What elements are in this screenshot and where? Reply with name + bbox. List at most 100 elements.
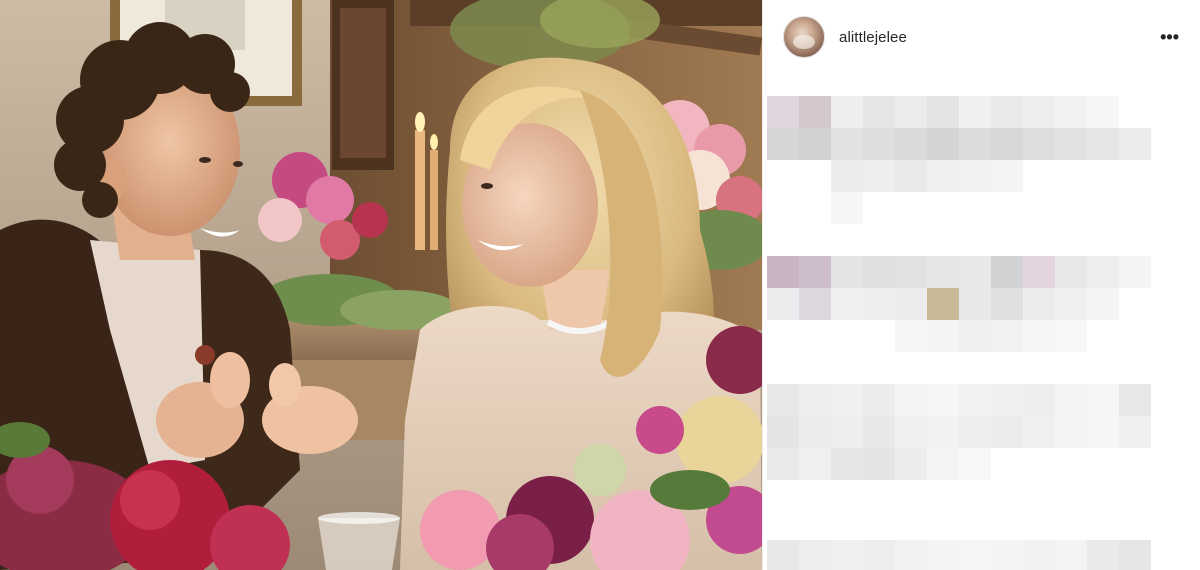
- caption-pixel-block: [959, 96, 991, 128]
- caption-pixel-block: [1055, 416, 1087, 448]
- caption-pixel-block: [799, 288, 831, 320]
- caption-pixel-block: [927, 540, 959, 570]
- caption-pixel-block: [767, 416, 799, 448]
- caption-pixel-block: [1087, 128, 1119, 160]
- caption-pixel-block: [991, 96, 1023, 128]
- caption-pixel-block: [927, 128, 959, 160]
- caption-pixel-block: [927, 416, 959, 448]
- caption-pixel-block: [991, 320, 1023, 352]
- caption-pixel-block: [799, 256, 831, 288]
- caption-pixel-block: [1023, 416, 1055, 448]
- caption-pixel-block: [1055, 256, 1087, 288]
- caption-pixel-block: [959, 128, 991, 160]
- user-avatar[interactable]: [783, 16, 825, 58]
- caption-pixel-block: [863, 448, 895, 480]
- blurred-caption: [763, 74, 1200, 570]
- caption-pixel-block: [991, 540, 1023, 570]
- caption-pixel-block: [831, 288, 863, 320]
- caption-pixel-block: [1055, 288, 1087, 320]
- caption-pixel-block: [767, 128, 799, 160]
- caption-pixel-block: [863, 96, 895, 128]
- caption-pixel-block: [927, 448, 959, 480]
- caption-pixel-block: [767, 384, 799, 416]
- caption-pixel-block: [991, 384, 1023, 416]
- caption-pixel-block: [927, 320, 959, 352]
- caption-pixel-block: [1023, 320, 1055, 352]
- caption-pixel-block: [1023, 540, 1055, 570]
- caption-pixel-block: [863, 416, 895, 448]
- caption-pixel-block: [895, 384, 927, 416]
- post-photo[interactable]: [0, 0, 762, 570]
- caption-pixel-block: [1023, 384, 1055, 416]
- caption-pixel-block: [831, 256, 863, 288]
- caption-pixel-block: [895, 256, 927, 288]
- instagram-post: alittlejelee •••: [0, 0, 1200, 570]
- caption-pixel-block: [927, 160, 959, 192]
- caption-pixel-block: [991, 128, 1023, 160]
- caption-pixel-block: [1087, 416, 1119, 448]
- caption-pixel-block: [831, 416, 863, 448]
- caption-pixel-block: [1055, 384, 1087, 416]
- caption-pixel-block: [1023, 288, 1055, 320]
- caption-pixel-block: [767, 540, 799, 570]
- caption-pixel-block: [767, 288, 799, 320]
- caption-pixel-block: [959, 160, 991, 192]
- caption-pixel-block: [863, 128, 895, 160]
- caption-pixel-block: [959, 416, 991, 448]
- caption-pixel-block: [1119, 256, 1151, 288]
- caption-pixel-block: [863, 540, 895, 570]
- caption-pixel-block: [767, 256, 799, 288]
- caption-pixel-block: [1087, 96, 1119, 128]
- caption-pixel-block: [863, 160, 895, 192]
- caption-pixel-block: [1055, 320, 1087, 352]
- caption-pixel-block: [927, 96, 959, 128]
- caption-pixel-block: [831, 96, 863, 128]
- caption-pixel-block: [1055, 128, 1087, 160]
- caption-pixel-block: [959, 288, 991, 320]
- caption-pixel-block: [1087, 288, 1119, 320]
- caption-pixel-block: [831, 160, 863, 192]
- caption-pixel-block: [959, 448, 991, 480]
- caption-pixel-block: [895, 160, 927, 192]
- caption-pixel-block: [991, 288, 1023, 320]
- caption-pixel-block: [831, 192, 863, 224]
- caption-pixel-block: [895, 288, 927, 320]
- caption-pixel-block: [767, 96, 799, 128]
- caption-pixel-block: [799, 128, 831, 160]
- caption-pixel-block: [991, 160, 1023, 192]
- caption-pixel-block: [1023, 128, 1055, 160]
- caption-pixel-block: [863, 288, 895, 320]
- caption-pixel-block: [799, 448, 831, 480]
- caption-pixel-block: [959, 320, 991, 352]
- caption-pixel-block: [799, 540, 831, 570]
- caption-pixel-block: [831, 384, 863, 416]
- caption-pixel-block: [799, 416, 831, 448]
- caption-pixel-block: [895, 320, 927, 352]
- post-sidebar: alittlejelee •••: [762, 0, 1200, 570]
- username-link[interactable]: alittlejelee: [839, 29, 1160, 46]
- caption-pixel-block: [1087, 384, 1119, 416]
- caption-pixel-block: [991, 416, 1023, 448]
- caption-pixel-block: [895, 448, 927, 480]
- caption-pixel-block: [799, 384, 831, 416]
- caption-pixel-block: [863, 256, 895, 288]
- post-header: alittlejelee •••: [763, 0, 1200, 74]
- caption-pixel-block: [959, 256, 991, 288]
- caption-pixel-block: [927, 384, 959, 416]
- caption-pixel-block: [1119, 128, 1151, 160]
- caption-pixel-block: [1087, 540, 1119, 570]
- caption-pixel-block: [831, 448, 863, 480]
- caption-pixel-block: [1023, 96, 1055, 128]
- caption-pixel-block: [895, 96, 927, 128]
- caption-pixel-block: [767, 448, 799, 480]
- caption-pixel-block: [831, 128, 863, 160]
- caption-pixel-block: [959, 384, 991, 416]
- caption-pixel-block: [959, 540, 991, 570]
- caption-pixel-block: [1055, 96, 1087, 128]
- caption-pixel-block: [1055, 540, 1087, 570]
- caption-pixel-block: [895, 128, 927, 160]
- caption-pixel-block: [895, 416, 927, 448]
- more-horizontal-icon[interactable]: •••: [1160, 28, 1179, 46]
- photo-canvas: [0, 0, 762, 570]
- caption-pixel-block: [799, 96, 831, 128]
